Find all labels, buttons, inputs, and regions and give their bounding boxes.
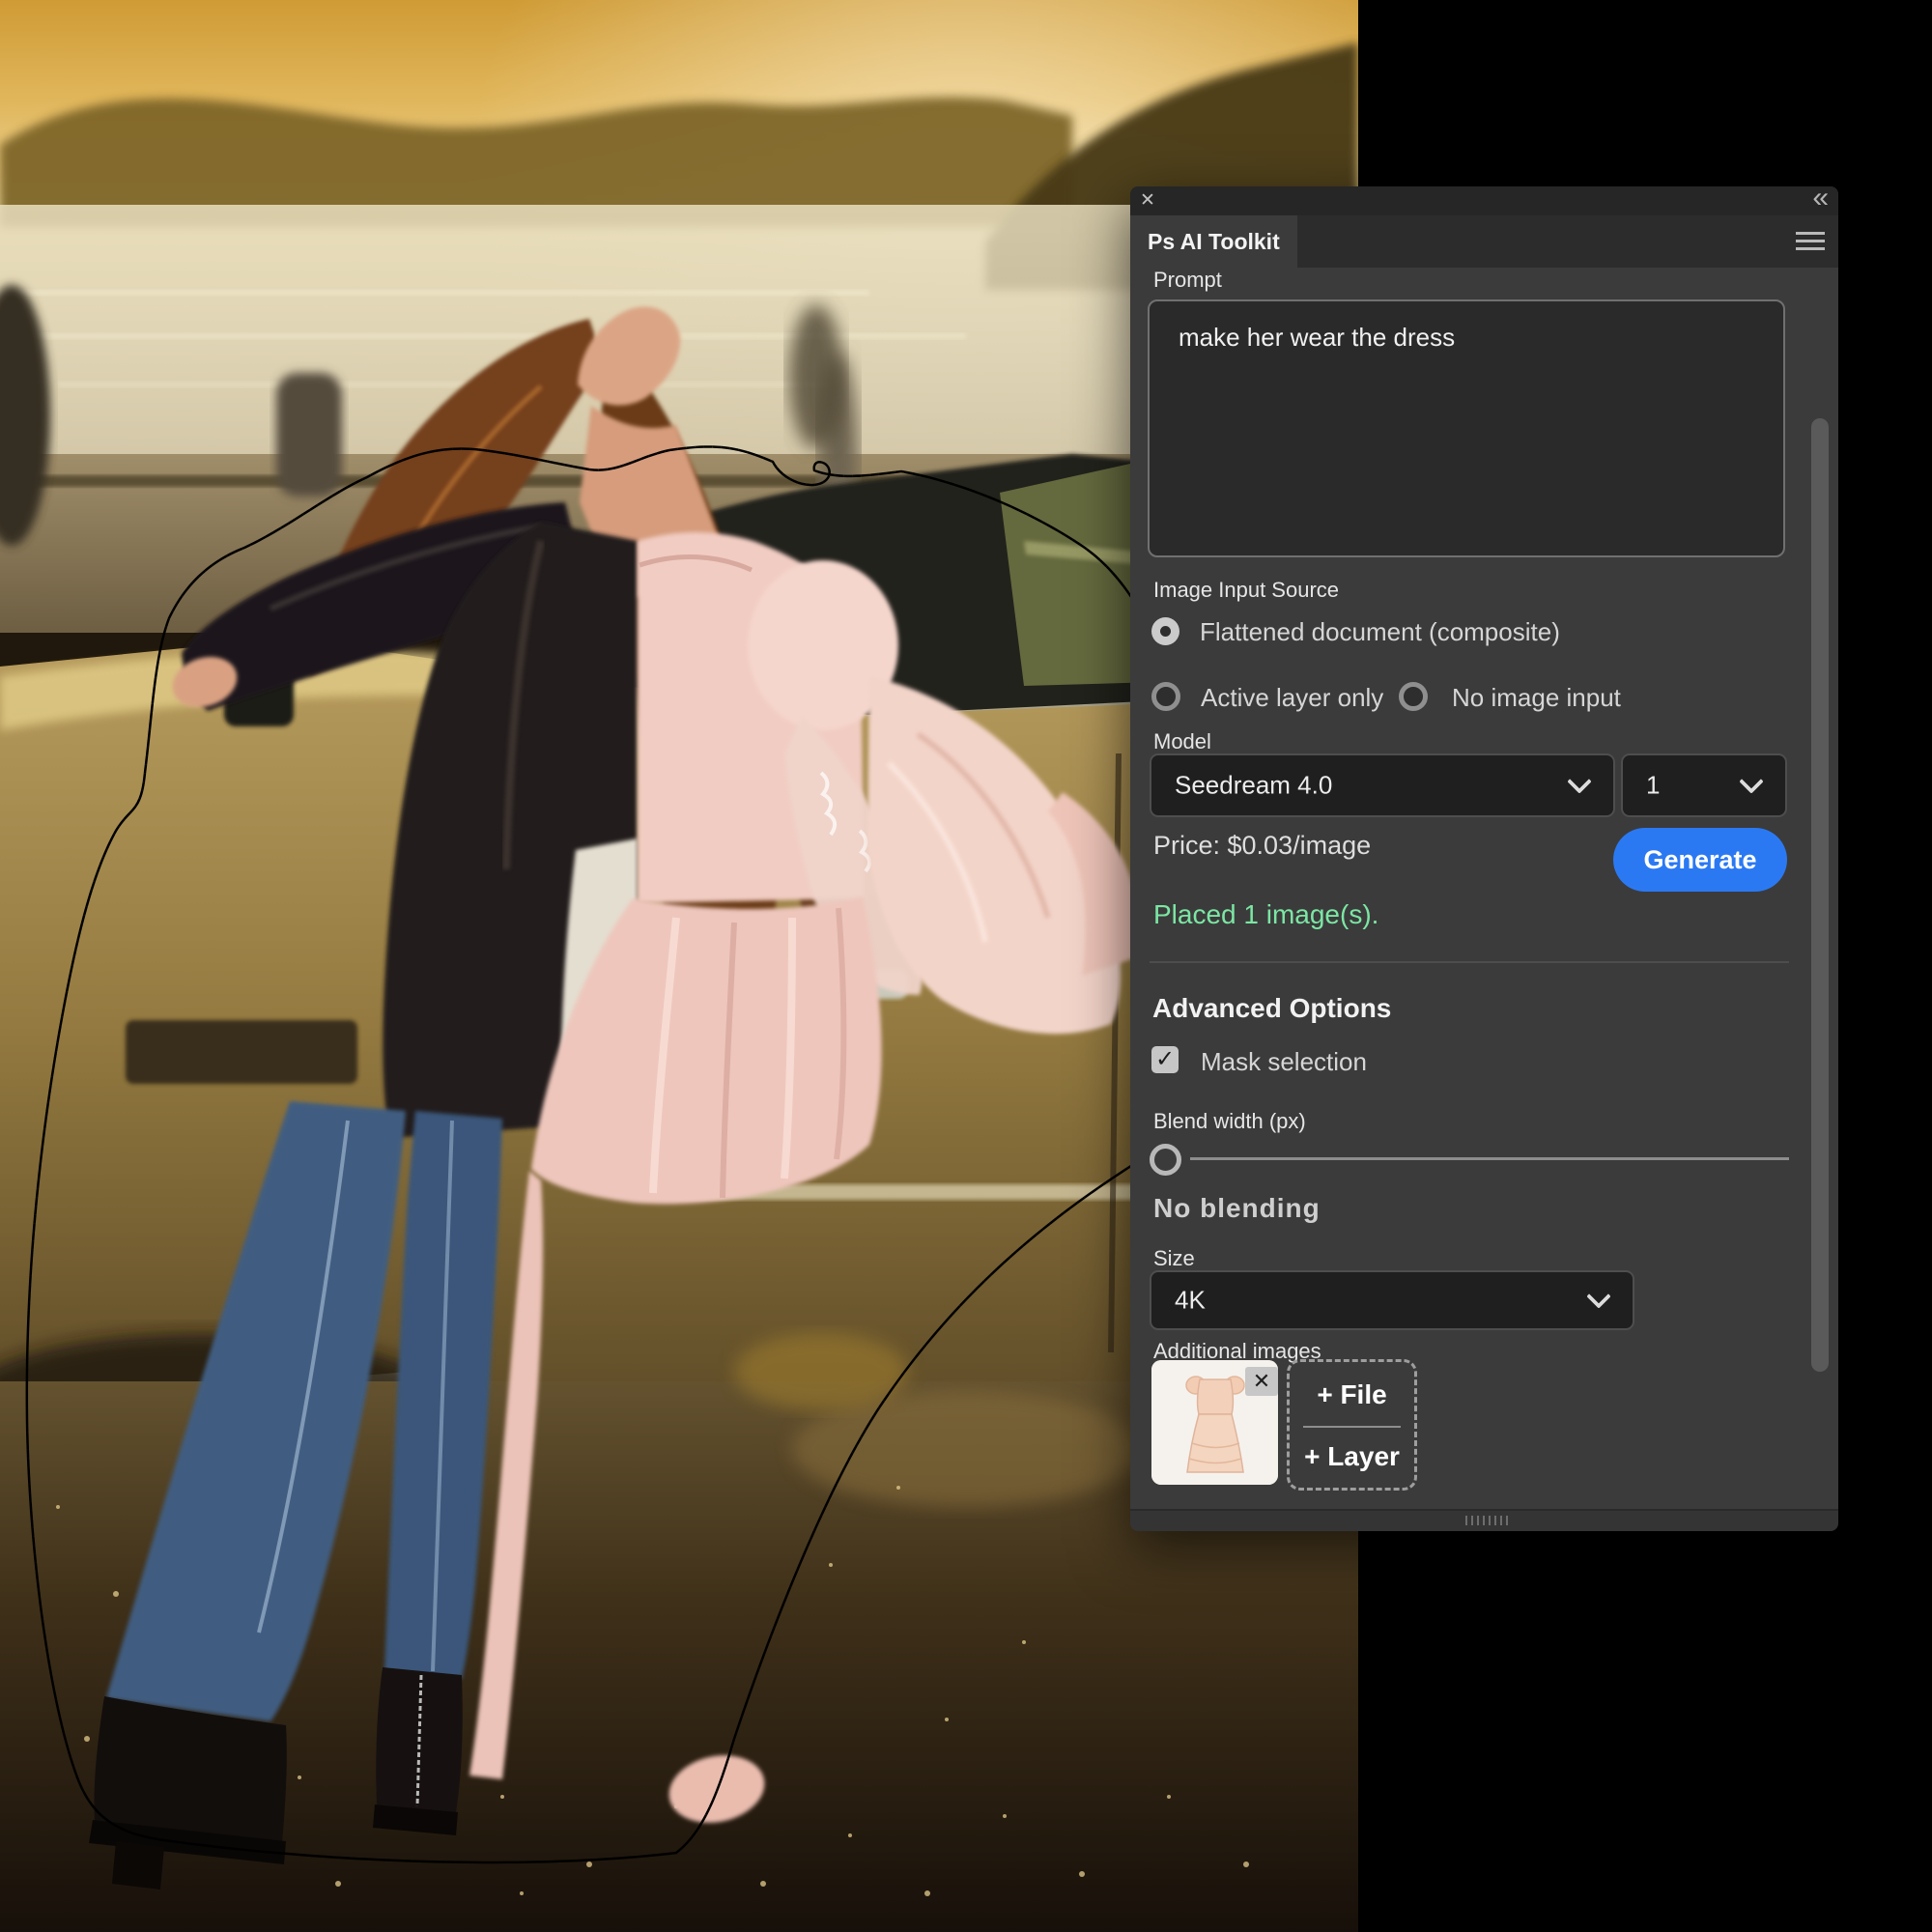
blend-width-slider-knob[interactable]: [1150, 1144, 1181, 1176]
radio-flattened-document[interactable]: [1151, 617, 1179, 645]
radio-no-image-input[interactable]: [1399, 682, 1428, 711]
panel-menu-icon[interactable]: [1796, 232, 1825, 252]
image-count-select[interactable]: 1: [1621, 753, 1787, 817]
radio-no-image-input-label[interactable]: No image input: [1452, 683, 1621, 712]
blend-width-slider-track[interactable]: [1190, 1157, 1789, 1160]
prompt-label: Prompt: [1153, 268, 1222, 293]
model-select-value: Seedream 4.0: [1175, 771, 1332, 801]
model-select[interactable]: Seedream 4.0: [1150, 753, 1615, 817]
tab-ps-ai-toolkit[interactable]: Ps AI Toolkit: [1130, 215, 1297, 268]
advanced-options-heading: Advanced Options: [1152, 993, 1391, 1024]
section-divider: [1150, 961, 1789, 963]
distant-figure: [789, 304, 843, 449]
radio-active-layer-only-label[interactable]: Active layer only: [1201, 683, 1383, 712]
image-input-source-label: Image Input Source: [1153, 578, 1339, 603]
panel-bottom-bar: [1130, 1509, 1838, 1531]
image-count-value: 1: [1646, 771, 1660, 801]
chevron-down-icon: [1739, 769, 1763, 793]
mask-selection-checkbox[interactable]: ✓: [1151, 1046, 1179, 1073]
mask-selection-label[interactable]: Mask selection: [1201, 1047, 1367, 1076]
add-file-button[interactable]: + File: [1290, 1379, 1414, 1410]
generate-button[interactable]: Generate: [1613, 828, 1787, 892]
add-image-dropzone: + File + Layer: [1287, 1359, 1417, 1491]
bollard: [276, 373, 342, 497]
resize-grip-icon[interactable]: [1465, 1516, 1508, 1525]
car-grille: [126, 1020, 357, 1084]
collapse-chevrons-icon[interactable]: «: [1812, 184, 1827, 213]
chevron-down-icon: [1567, 769, 1591, 793]
status-message: Placed 1 image(s).: [1153, 899, 1378, 930]
chevron-down-icon: [1586, 1284, 1610, 1308]
panel-header-bar[interactable]: ✕ «: [1130, 186, 1838, 215]
additional-image-thumbnail[interactable]: ✕: [1151, 1360, 1278, 1485]
model-label: Model: [1153, 729, 1211, 754]
remove-image-icon[interactable]: ✕: [1245, 1367, 1278, 1396]
price-text: Price: $0.03/image: [1153, 831, 1371, 861]
panel-scrollbar-thumb[interactable]: [1811, 418, 1829, 1372]
add-box-divider: [1303, 1426, 1401, 1428]
add-layer-button[interactable]: + Layer: [1290, 1441, 1414, 1472]
blend-width-label: Blend width (px): [1153, 1109, 1306, 1134]
size-label: Size: [1153, 1246, 1195, 1271]
close-icon[interactable]: ✕: [1140, 189, 1155, 213]
panel-content: Prompt make her wear the dress Image Inp…: [1130, 268, 1838, 1507]
radio-active-layer-only[interactable]: [1151, 682, 1180, 711]
radio-flattened-document-label[interactable]: Flattened document (composite): [1200, 617, 1560, 646]
panel-tab-row: Ps AI Toolkit: [1130, 215, 1838, 268]
ps-ai-toolkit-panel: ✕ « Ps AI Toolkit Prompt make her wear t…: [1130, 186, 1838, 1529]
blend-width-value-text: No blending: [1153, 1193, 1321, 1224]
prompt-input[interactable]: make her wear the dress: [1148, 299, 1785, 557]
application-canvas: ✕ « Ps AI Toolkit Prompt make her wear t…: [0, 0, 1932, 1932]
size-select-value: 4K: [1175, 1286, 1206, 1316]
size-select[interactable]: 4K: [1150, 1270, 1634, 1330]
